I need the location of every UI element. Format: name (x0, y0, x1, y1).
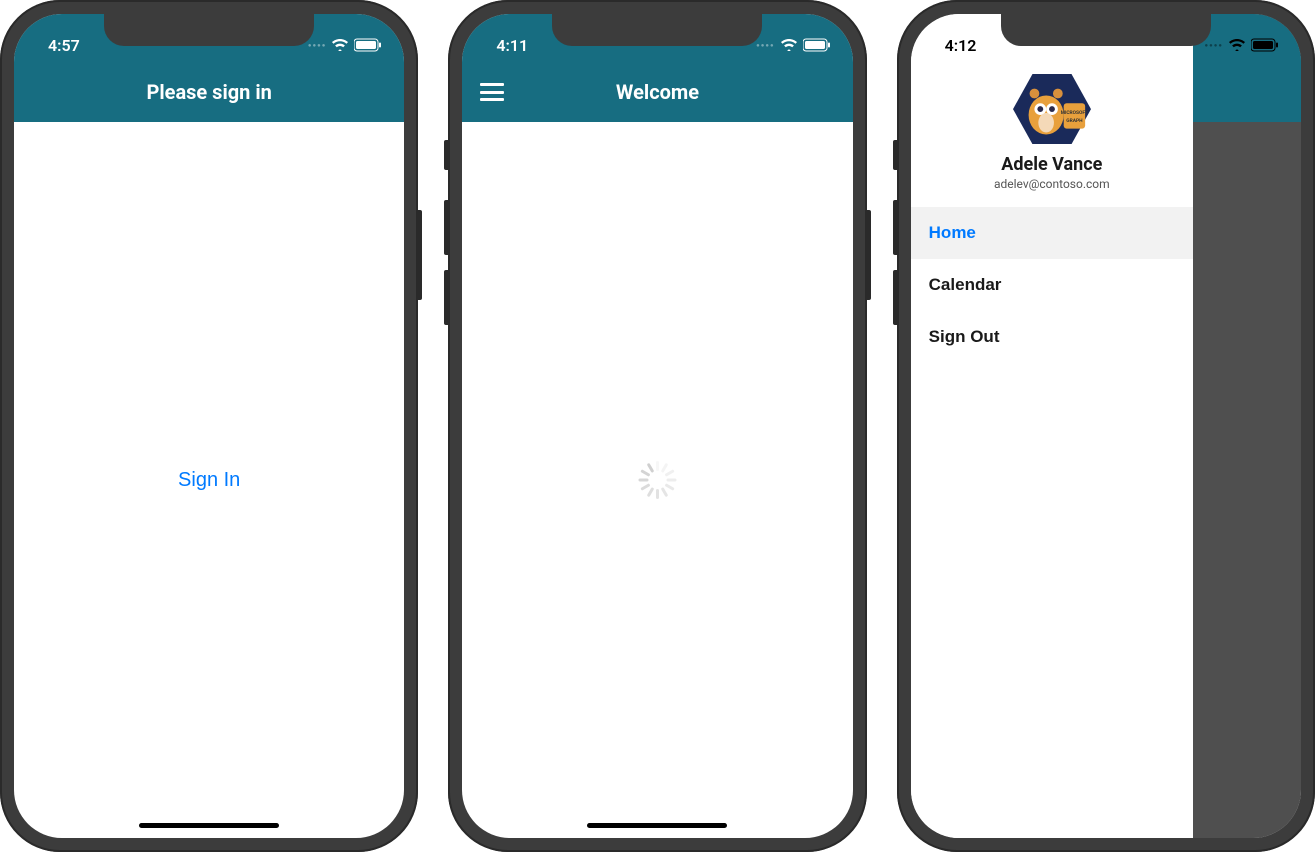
user-email: adelev@contoso.com (927, 177, 1177, 191)
nav-title: Please sign in (146, 80, 271, 104)
loading-spinner-icon (638, 461, 676, 499)
wifi-icon (332, 39, 348, 51)
screen-content (462, 122, 852, 838)
user-name: Adele Vance (927, 154, 1177, 175)
device-notch (1001, 14, 1211, 46)
cellular-signal-icon: ●●●● (756, 42, 775, 49)
sign-in-button[interactable]: Sign In (154, 457, 264, 504)
menu-item-sign-out[interactable]: Sign Out (911, 311, 1193, 363)
cellular-signal-icon: ●●●● (308, 42, 327, 49)
home-indicator[interactable] (139, 823, 279, 828)
device-notch (104, 14, 314, 46)
battery-icon (1251, 38, 1279, 52)
cellular-signal-icon: ●●●● (1204, 42, 1223, 49)
device-notch (552, 14, 762, 46)
phone-mockup-welcome: 4:11 ●●●● Welcome (448, 0, 866, 852)
status-time: 4:57 (48, 36, 80, 55)
wifi-icon (781, 39, 797, 51)
navigation-bar: Welcome (462, 62, 852, 122)
hamburger-menu-icon[interactable] (480, 83, 504, 101)
svg-text:GRAPH: GRAPH (1066, 118, 1083, 124)
menu-item-calendar[interactable]: Calendar (911, 259, 1193, 311)
status-time: 4:12 (945, 36, 977, 55)
phone-mockup-sign-in: 4:57 ●●●● Please sign in Sign In (0, 0, 418, 852)
svg-text:MICROSOFT: MICROSOFT (1061, 110, 1088, 116)
drawer-backdrop[interactable] (1191, 14, 1301, 838)
user-avatar: MICROSOFT GRAPH (1013, 74, 1091, 146)
home-indicator[interactable] (587, 823, 727, 828)
screen-content: Sign In (14, 122, 404, 838)
status-time: 4:11 (496, 36, 528, 55)
battery-icon (803, 38, 831, 52)
navigation-drawer: MICROSOFT GRAPH Adele Vance adelev@conto… (911, 14, 1193, 838)
phone-mockup-drawer: MICROSOFT GRAPH Adele Vance adelev@conto… (897, 0, 1315, 852)
nav-title: Welcome (616, 80, 699, 104)
navigation-bar: Please sign in (14, 62, 404, 122)
menu-item-home[interactable]: Home (911, 207, 1193, 259)
wifi-icon (1229, 39, 1245, 51)
battery-icon (354, 38, 382, 52)
